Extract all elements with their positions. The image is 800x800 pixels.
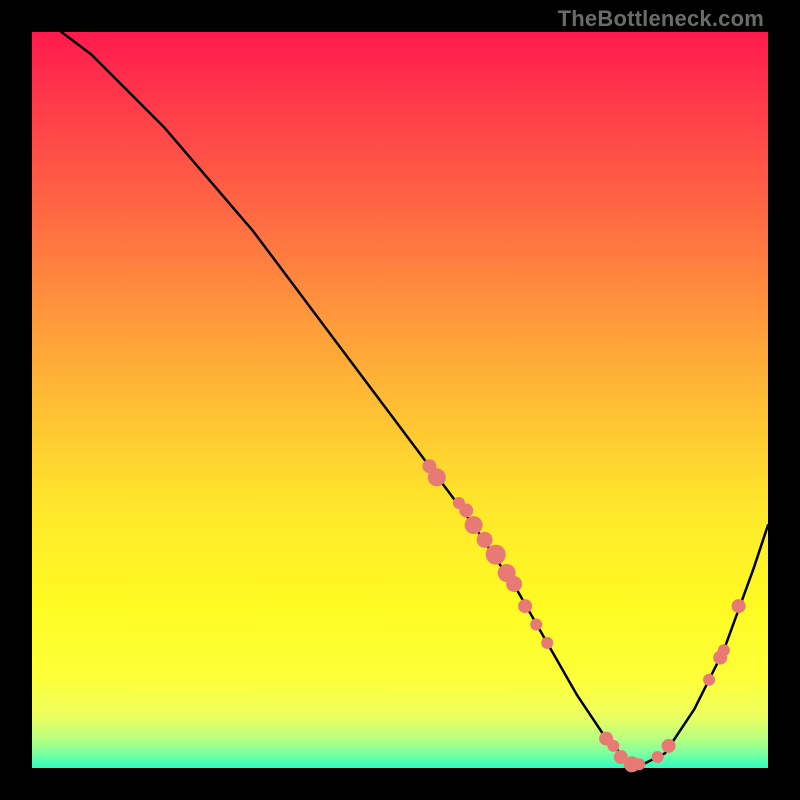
- chart-frame: [32, 32, 768, 768]
- curve-marker: [530, 619, 542, 631]
- bottleneck-curve: [61, 32, 768, 768]
- curve-marker: [459, 503, 473, 517]
- curve-marker: [732, 599, 746, 613]
- curve-marker: [486, 545, 506, 565]
- curve-marker: [541, 637, 553, 649]
- curve-marker: [518, 599, 532, 613]
- curve-marker: [633, 758, 645, 770]
- curve-marker: [477, 532, 493, 548]
- curve-marker: [662, 739, 676, 753]
- curve-marker: [428, 468, 446, 486]
- curve-marker: [718, 644, 730, 656]
- curve-marker: [465, 516, 483, 534]
- curve-marker: [652, 751, 664, 763]
- curve-marker: [506, 576, 522, 592]
- curve-marker: [607, 740, 619, 752]
- attribution-label: TheBottleneck.com: [558, 6, 764, 32]
- curve-marker: [703, 674, 715, 686]
- curve-markers: [422, 459, 745, 772]
- chart-svg: [32, 32, 768, 768]
